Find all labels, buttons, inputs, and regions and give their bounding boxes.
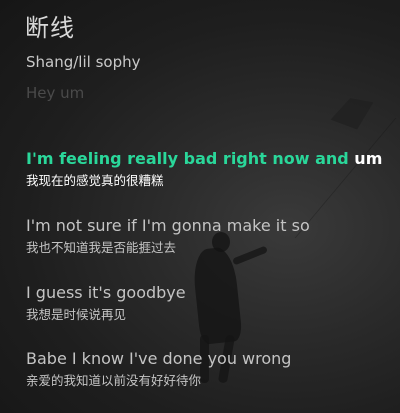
song-title: 断线 xyxy=(25,14,75,42)
lyric-current[interactable]: I'm feeling really bad right now and um … xyxy=(26,149,382,189)
lyric-previous-line[interactable]: Hey um xyxy=(26,84,84,102)
lyric-line: I'm not sure if I'm gonna make it so xyxy=(26,216,310,235)
lyric-item[interactable]: Babe I know I've done you wrong 亲爱的我知道以前… xyxy=(26,349,291,389)
lyric-line: I guess it's goodbye xyxy=(26,283,186,302)
kite-silhouette xyxy=(326,92,380,137)
lyric-sung-part: I'm feeling really bad right now and xyxy=(26,149,349,168)
figure-silhouette-body xyxy=(191,246,243,345)
lyric-upcoming-part: um xyxy=(348,149,383,168)
lyric-translation: 亲爱的我知道以前没有好好待你 xyxy=(26,373,202,388)
lyric-item[interactable]: I guess it's goodbye 我想是时候说再见 xyxy=(26,283,186,323)
lyrics-screen: 断线 Shang/lil sophy Hey um I'm feeling re… xyxy=(0,0,400,413)
lyric-current-line: I'm feeling really bad right now and um xyxy=(26,149,382,169)
lyric-item[interactable]: I'm not sure if I'm gonna make it so 我也不… xyxy=(26,216,310,256)
lyric-translation: 我想是时候说再见 xyxy=(26,307,127,322)
song-artist[interactable]: Shang/lil sophy xyxy=(26,53,140,71)
lyric-line: Babe I know I've done you wrong xyxy=(26,349,292,368)
lyric-translation: 我也不知道我是否能捱过去 xyxy=(26,240,177,255)
lyric-current-translation: 我现在的感觉真的很糟糕 xyxy=(26,173,164,188)
